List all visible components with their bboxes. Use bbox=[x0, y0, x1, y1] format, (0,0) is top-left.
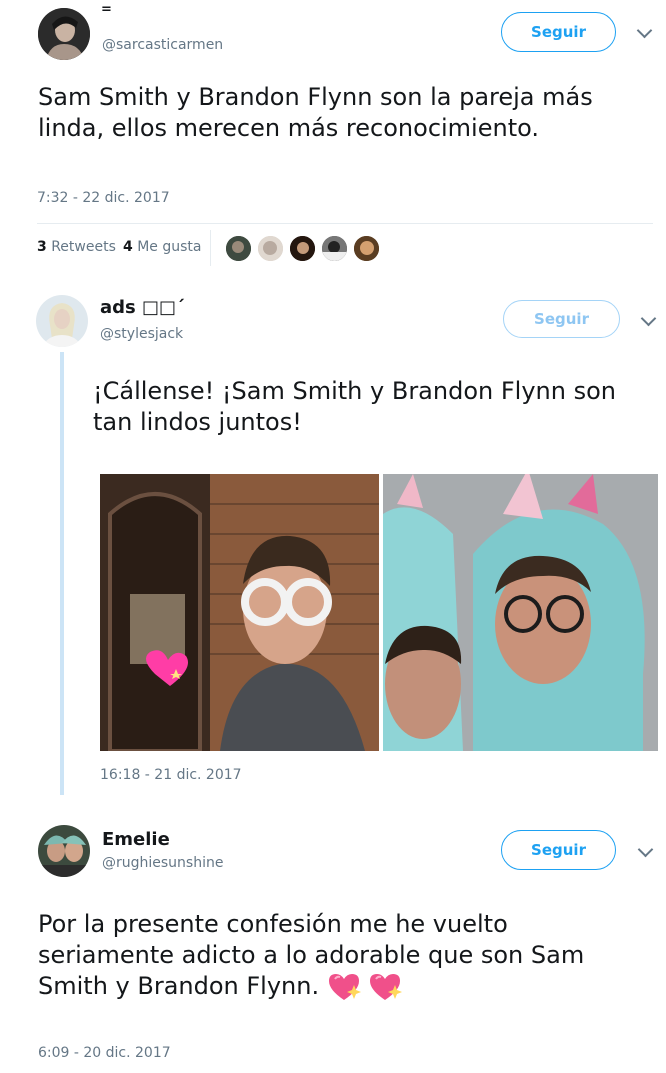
chevron-down-icon[interactable] bbox=[637, 841, 654, 858]
sparkling-heart-icon bbox=[370, 974, 403, 1000]
divider bbox=[37, 223, 653, 224]
like-number: 4 bbox=[123, 239, 133, 255]
tweet-text: Por la presente confesión me he vuelto s… bbox=[38, 910, 585, 1000]
follow-button[interactable]: Seguir bbox=[501, 12, 616, 52]
display-name[interactable]: Emelie bbox=[102, 829, 170, 850]
photo-grid bbox=[100, 474, 658, 751]
retweet-label: Retweets bbox=[51, 239, 116, 255]
avatar[interactable] bbox=[38, 8, 90, 60]
divider bbox=[210, 230, 211, 266]
tweet-photo[interactable] bbox=[383, 474, 658, 751]
display-name[interactable]: = bbox=[101, 2, 112, 17]
liker-avatar[interactable] bbox=[321, 235, 348, 262]
retweet-count[interactable]: 3 Retweets bbox=[37, 239, 116, 255]
user-handle[interactable]: @rughiesunshine bbox=[102, 855, 223, 871]
tweet-timestamp[interactable]: 6:09 - 20 dic. 2017 bbox=[38, 1045, 171, 1061]
avatar[interactable] bbox=[36, 295, 88, 347]
sparkling-heart-icon bbox=[328, 974, 361, 1000]
tweet-text-container: Por la presente confesión me he vuelto s… bbox=[38, 909, 598, 1002]
user-handle[interactable]: @stylesjack bbox=[100, 326, 183, 342]
liker-avatar[interactable] bbox=[225, 235, 252, 262]
liker-avatar[interactable] bbox=[257, 235, 284, 262]
display-name[interactable]: ads □□ˊ bbox=[100, 297, 185, 318]
tweet-timestamp[interactable]: 16:18 - 21 dic. 2017 bbox=[100, 767, 242, 783]
like-count[interactable]: 4 Me gusta bbox=[123, 239, 201, 255]
follow-button[interactable]: Seguir bbox=[501, 830, 616, 870]
like-label: Me gusta bbox=[137, 239, 202, 255]
liker-avatar[interactable] bbox=[289, 235, 316, 262]
chevron-down-icon[interactable] bbox=[636, 22, 653, 39]
thread-line bbox=[60, 352, 64, 795]
user-handle[interactable]: @sarcasticarmen bbox=[102, 37, 223, 53]
tweet-timestamp[interactable]: 7:32 - 22 dic. 2017 bbox=[37, 190, 170, 206]
tweet-text: ¡Cállense! ¡Sam Smith y Brandon Flynn so… bbox=[93, 377, 616, 436]
chevron-down-icon[interactable] bbox=[640, 310, 657, 327]
tweet-photo[interactable] bbox=[100, 474, 379, 751]
retweet-number: 3 bbox=[37, 239, 47, 255]
follow-button[interactable]: Seguir bbox=[503, 300, 620, 338]
avatar[interactable] bbox=[38, 825, 90, 877]
tweet-text: Sam Smith y Brandon Flynn son la pareja … bbox=[38, 83, 593, 142]
liker-avatar[interactable] bbox=[353, 235, 380, 262]
